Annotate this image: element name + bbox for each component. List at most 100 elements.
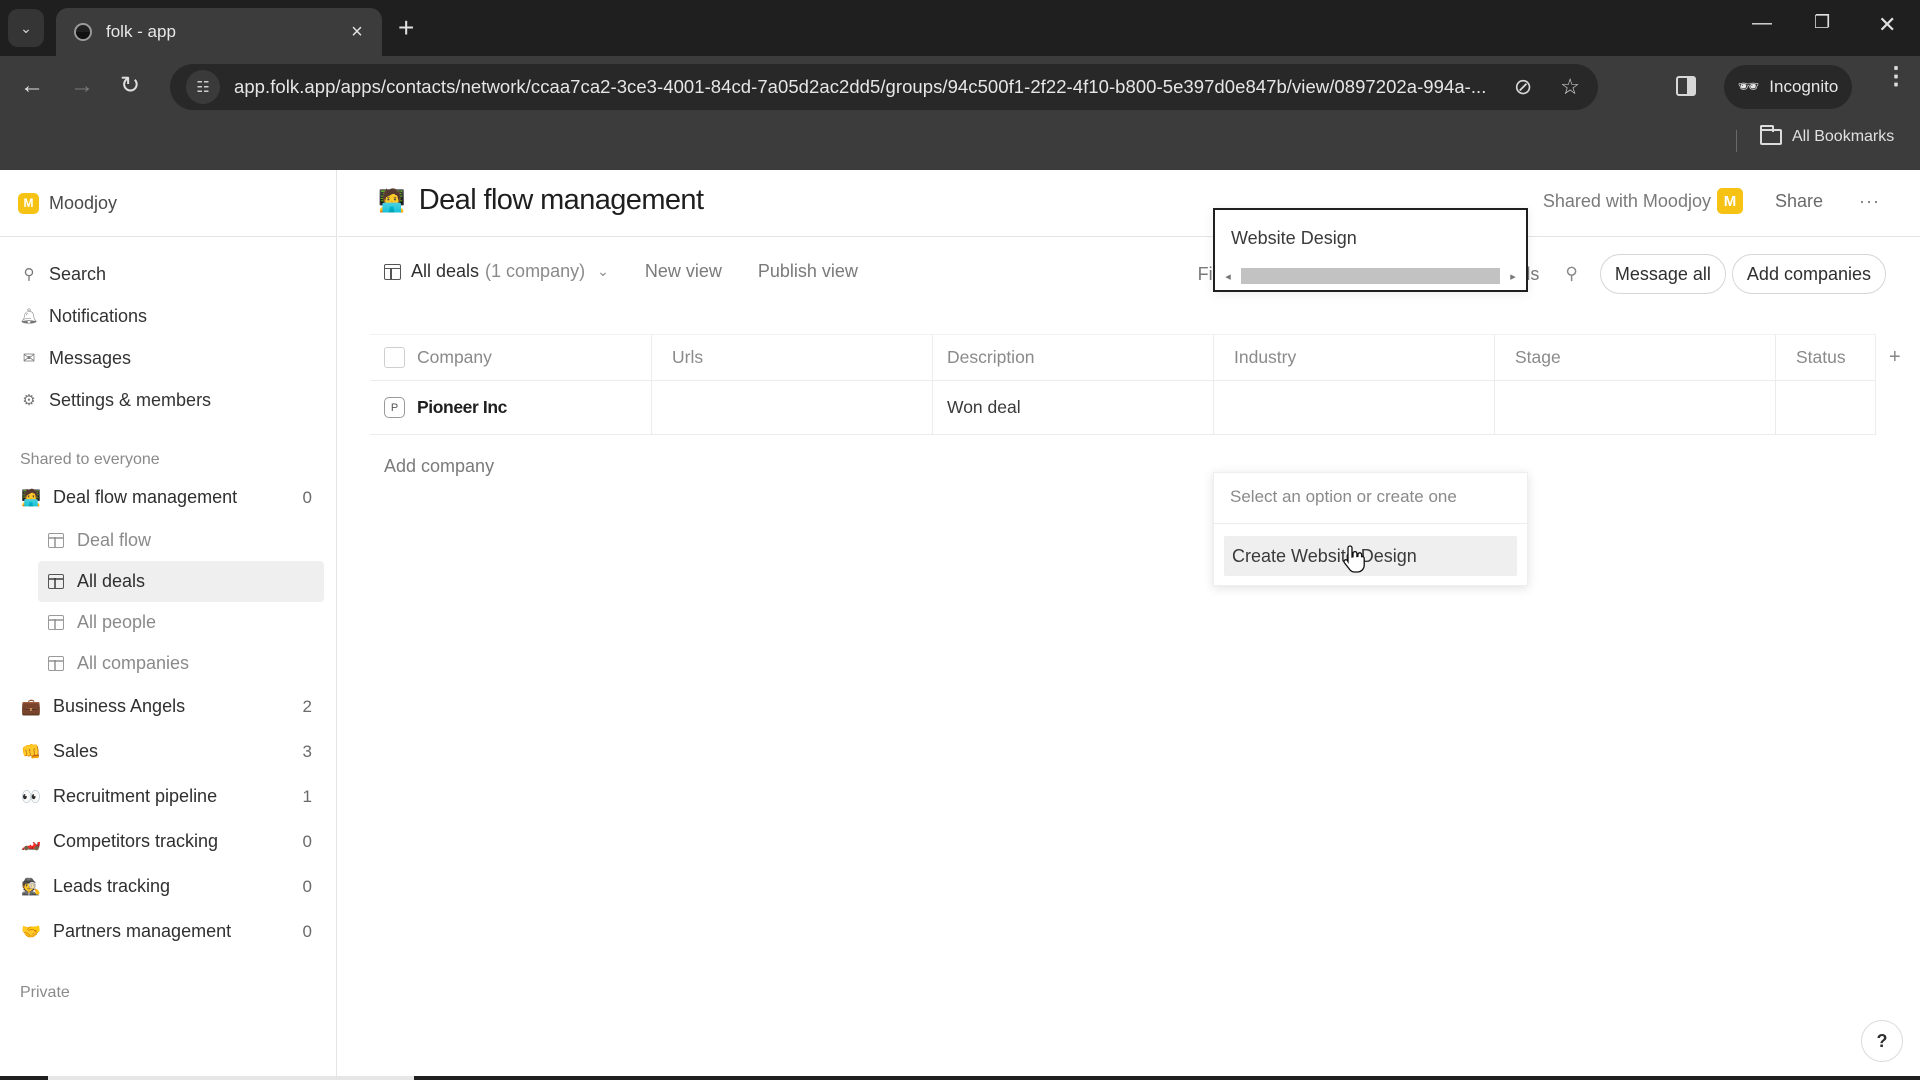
horizontal-scrollbar[interactable]: ◂ ▸	[1221, 267, 1520, 285]
sidebar-group-deal-flow-management[interactable]: 🧑‍💻 Deal flow management 0	[0, 475, 336, 520]
folk-app: M Moodjoy ⚲ Search 🔔︎ Notifications ✉ Me…	[0, 170, 1920, 1080]
sidebar-view-all-deals[interactable]: All deals	[38, 561, 324, 602]
more-options-button[interactable]: ···	[1859, 191, 1880, 212]
reload-button[interactable]: ↻	[120, 74, 140, 98]
taskbar-strip	[0, 1076, 1920, 1080]
sidebar-item-label: Settings & members	[49, 389, 212, 410]
cell-industry[interactable]	[1214, 381, 1495, 434]
tune-icon: ☷	[196, 79, 210, 96]
industry-input[interactable]: Website Design	[1231, 228, 1357, 249]
incognito-button[interactable]: 🕶 Incognito	[1724, 65, 1852, 109]
sidebar-view-all-companies[interactable]: All companies	[38, 643, 324, 684]
incognito-label: Incognito	[1769, 77, 1839, 96]
back-button[interactable]: ←	[20, 74, 44, 98]
chevron-down-icon[interactable]: ⌄	[597, 263, 609, 280]
gear-icon: ⚙	[22, 392, 36, 409]
all-bookmarks-label: All Bookmarks	[1792, 128, 1895, 145]
star-icon[interactable]: ☆	[1560, 74, 1580, 100]
scrollbar-thumb[interactable]	[1241, 268, 1500, 284]
view-label: All people	[77, 612, 157, 632]
column-header-stage[interactable]: Stage	[1495, 335, 1776, 380]
bookmarks-bar: All Bookmarks	[0, 120, 1920, 170]
sidebar-view-all-people[interactable]: All people	[38, 602, 324, 643]
column-header-industry[interactable]: Industry	[1214, 335, 1495, 380]
cell-company[interactable]: P Pioneer Inc	[370, 381, 652, 434]
cell-status[interactable]	[1776, 381, 1876, 434]
table-row[interactable]: P Pioneer Inc Won deal	[370, 381, 1876, 435]
sidebar-group-recruitment-pipeline[interactable]: 👀 Recruitment pipeline 1	[0, 774, 336, 819]
industry-cell-editor[interactable]: Website Design ◂ ▸	[1213, 208, 1528, 292]
sidebar-group-competitors-tracking[interactable]: 🏎️ Competitors tracking 0	[0, 819, 336, 864]
forward-button[interactable]: →	[70, 74, 94, 98]
column-header-company[interactable]: Company	[370, 335, 652, 380]
side-panel-icon[interactable]	[1676, 76, 1696, 96]
header-actions: Shared with Moodjoy M Share ···	[1543, 188, 1880, 214]
add-company-button[interactable]: Add company	[384, 456, 494, 477]
scroll-left-icon[interactable]: ◂	[1221, 270, 1235, 283]
window-close-button[interactable]: ✕	[1878, 12, 1896, 38]
help-button[interactable]: ?	[1861, 1020, 1903, 1062]
add-companies-button[interactable]: Add companies	[1731, 254, 1886, 294]
publish-view-button[interactable]: Publish view	[758, 261, 858, 282]
sidebar-item-messages[interactable]: ✉ Messages	[0, 337, 336, 379]
column-header-status[interactable]: Status	[1776, 335, 1876, 380]
group-count: 1	[302, 786, 312, 806]
address-bar[interactable]: ☷ app.folk.app/apps/contacts/network/cca…	[170, 64, 1598, 110]
view-label: All deals	[77, 571, 146, 591]
new-view-button[interactable]: New view	[645, 261, 722, 282]
restore-button[interactable]: ❐	[1814, 12, 1830, 33]
all-bookmarks-button[interactable]: All Bookmarks	[1760, 125, 1895, 146]
cell-stage[interactable]	[1495, 381, 1776, 434]
sidebar-item-label: Notifications	[49, 305, 148, 326]
table-header-row: Company Urls Description Industry Stage …	[370, 334, 1876, 381]
workspace-switcher[interactable]: M Moodjoy	[0, 170, 336, 237]
sidebar-item-search[interactable]: ⚲ Search	[0, 253, 336, 295]
new-tab-button[interactable]: +	[398, 12, 414, 44]
minimize-button[interactable]: —	[1752, 12, 1772, 35]
eye-off-icon[interactable]: ⊘	[1514, 74, 1532, 100]
view-toolbar: All deals (1 company) ⌄ New view Publish…	[338, 237, 1920, 317]
company-name[interactable]: Pioneer Inc	[417, 397, 507, 418]
browser-tab[interactable]: folk - app ×	[56, 8, 382, 56]
search-icon[interactable]: ⚲	[1565, 264, 1577, 284]
column-header-description[interactable]: Description	[933, 335, 1214, 380]
group-label: Deal flow management	[53, 487, 238, 507]
incognito-icon: 🕶	[1737, 77, 1760, 96]
message-all-button[interactable]: Message all	[1599, 254, 1726, 294]
folder-icon	[1760, 125, 1782, 145]
browser-menu-button[interactable]: ⋮	[1884, 65, 1908, 89]
sidebar-item-settings[interactable]: ⚙ Settings & members	[0, 379, 336, 421]
eyes-icon: 👀	[21, 788, 41, 806]
tab-search-button[interactable]: ⌄	[8, 9, 44, 47]
sidebar-group-partners-management[interactable]: 🤝 Partners management 0	[0, 909, 336, 954]
shared-with-label[interactable]: Shared with Moodjoy	[1543, 191, 1711, 212]
url-text[interactable]: app.folk.app/apps/contacts/network/ccaa7…	[234, 76, 1500, 98]
cell-description[interactable]: Won deal	[933, 381, 1214, 434]
reload-icon: ↻	[120, 72, 141, 99]
sidebar-group-business-angels[interactable]: 💼 Business Angels 2	[0, 684, 336, 729]
sidebar-item-label: Messages	[49, 347, 132, 368]
group-label: Competitors tracking	[53, 831, 219, 851]
select-all-checkbox[interactable]	[384, 347, 405, 368]
column-header-urls[interactable]: Urls	[652, 335, 933, 380]
create-option-button[interactable]: Create Website Design	[1224, 536, 1517, 576]
sidebar-group-sales[interactable]: 👊 Sales 3	[0, 729, 336, 774]
sidebar-group-leads-tracking[interactable]: 🕵️ Leads tracking 0	[0, 864, 336, 909]
shared-workspace-avatar: M	[1716, 188, 1743, 214]
board-icon	[48, 533, 64, 548]
cell-urls[interactable]	[652, 381, 933, 434]
page-title-text: Deal flow management	[418, 184, 704, 216]
add-column-button[interactable]: +	[1889, 346, 1901, 369]
sidebar-item-notifications[interactable]: 🔔︎ Notifications	[0, 295, 336, 337]
share-button[interactable]: Share	[1775, 191, 1823, 212]
close-icon[interactable]: ×	[346, 21, 368, 44]
site-info-button[interactable]: ☷	[186, 70, 220, 104]
page-header: 🧑‍💻 Deal flow management Shared with Moo…	[338, 170, 1920, 237]
scroll-right-icon[interactable]: ▸	[1506, 270, 1520, 283]
sidebar-view-deal-flow[interactable]: Deal flow	[38, 520, 324, 561]
search-icon: ⚲	[23, 266, 35, 283]
group-count: 0	[302, 831, 312, 851]
hand-pointer-cursor-icon	[1343, 545, 1365, 573]
mail-icon: ✉	[22, 350, 36, 367]
current-view-name[interactable]: All deals	[411, 261, 479, 282]
